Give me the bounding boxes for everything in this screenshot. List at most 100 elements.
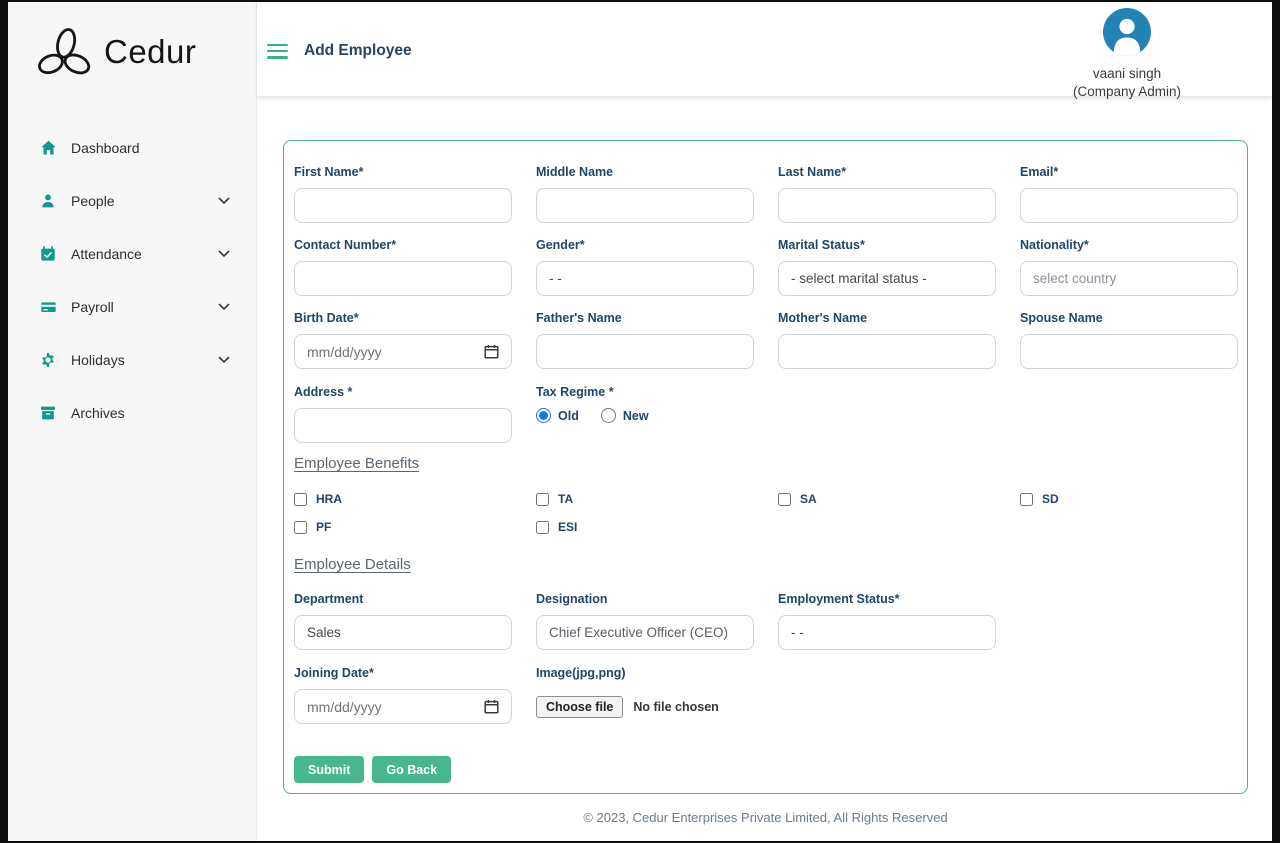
chevron-down-icon	[218, 250, 230, 258]
employee-details-heading[interactable]: Employee Details	[294, 556, 411, 573]
nationality-input[interactable]	[1020, 261, 1238, 296]
field-nationality: Nationality*	[1020, 238, 1238, 296]
sidebar-menu: Dashboard People	[8, 121, 256, 439]
sd-checkbox[interactable]	[1020, 493, 1033, 506]
ta-checkbox[interactable]	[536, 493, 549, 506]
tax-regime-old-radio[interactable]	[536, 408, 551, 423]
chevron-down-icon	[218, 356, 230, 364]
mothers-name-input[interactable]	[778, 334, 996, 369]
field-first-name: First Name*	[294, 165, 512, 223]
fathers-name-input[interactable]	[536, 334, 754, 369]
archive-icon	[40, 404, 58, 421]
main-area: Add Employee vaani singh (Company Admin)	[257, 2, 1272, 841]
choose-file-button[interactable]: Choose file	[536, 696, 623, 718]
email-input[interactable]	[1020, 188, 1238, 223]
first-name-label: First Name*	[294, 165, 512, 179]
sidebar-item-dashboard[interactable]: Dashboard	[8, 121, 256, 174]
fathers-name-label: Father's Name	[536, 311, 754, 325]
field-tax-regime: Tax Regime * Old New	[536, 385, 996, 443]
chevron-down-icon	[218, 197, 230, 205]
designation-select[interactable]: Chief Executive Officer (CEO)	[536, 615, 754, 650]
field-employment-status: Employment Status* - -	[778, 592, 996, 650]
sidebar-item-label: Payroll	[71, 299, 114, 315]
tax-regime-old-label: Old	[558, 409, 579, 423]
hra-checkbox[interactable]	[294, 493, 307, 506]
sidebar-item-holidays[interactable]: Holidays	[8, 333, 256, 386]
credit-card-icon	[40, 298, 58, 315]
tax-regime-new-label: New	[623, 409, 649, 423]
top-header: Add Employee vaani singh (Company Admin)	[257, 2, 1272, 97]
sidebar-item-archives[interactable]: Archives	[8, 386, 256, 439]
app-logo[interactable]: Cedur	[8, 2, 256, 86]
sidebar-item-attendance[interactable]: Attendance	[8, 227, 256, 280]
field-mothers-name: Mother's Name	[778, 311, 996, 369]
field-fathers-name: Father's Name	[536, 311, 754, 369]
field-spouse-name: Spouse Name	[1020, 311, 1238, 369]
spouse-name-label: Spouse Name	[1020, 311, 1238, 325]
tax-regime-new-radio[interactable]	[601, 408, 616, 423]
field-designation: Designation Chief Executive Officer (CEO…	[536, 592, 754, 650]
contact-number-input[interactable]	[294, 261, 512, 296]
marital-status-select[interactable]: - select marital status -	[778, 261, 996, 296]
last-name-input[interactable]	[778, 188, 996, 223]
department-label: Department	[294, 592, 512, 606]
calendar-check-icon	[40, 245, 58, 262]
middle-name-input[interactable]	[536, 188, 754, 223]
gender-select[interactable]: - -	[536, 261, 754, 296]
field-middle-name: Middle Name	[536, 165, 754, 223]
benefit-sa: SA	[778, 492, 996, 506]
employee-benefits-heading[interactable]: Employee Benefits	[294, 455, 419, 472]
benefit-ta: TA	[536, 492, 754, 506]
sidebar-item-label: Dashboard	[71, 140, 140, 156]
sidebar-item-people[interactable]: People	[8, 174, 256, 227]
calendar-icon[interactable]	[484, 344, 499, 359]
field-last-name: Last Name*	[778, 165, 996, 223]
sidebar-item-label: Archives	[71, 405, 125, 421]
page-title: Add Employee	[304, 42, 412, 60]
marital-status-label: Marital Status*	[778, 238, 996, 252]
employment-status-label: Employment Status*	[778, 592, 996, 606]
field-email: Email*	[1020, 165, 1238, 223]
file-status-text: No file chosen	[633, 700, 718, 714]
esi-checkbox[interactable]	[536, 521, 549, 534]
calendar-icon[interactable]	[484, 699, 499, 714]
spouse-name-input[interactable]	[1020, 334, 1238, 369]
birth-date-input[interactable]: mm/dd/yyyy	[294, 334, 512, 369]
benefit-pf: PF	[294, 520, 512, 534]
address-input[interactable]	[294, 408, 512, 443]
image-label: Image(jpg,png)	[536, 666, 996, 680]
logo-text: Cedur	[104, 33, 196, 71]
user-role: (Company Admin)	[1054, 84, 1200, 99]
add-employee-form-card: First Name* Middle Name Last Name* Email…	[283, 140, 1248, 794]
copyright-footer: © 2023, Cedur Enterprises Private Limite…	[283, 810, 1248, 825]
sidebar-item-payroll[interactable]: Payroll	[8, 280, 256, 333]
chevron-down-icon	[218, 303, 230, 311]
app-window: Cedur Dashboard People	[8, 2, 1272, 841]
pf-checkbox[interactable]	[294, 521, 307, 534]
benefit-esi: ESI	[536, 520, 754, 534]
go-back-button[interactable]: Go Back	[372, 756, 451, 783]
department-select[interactable]: Sales	[294, 615, 512, 650]
field-birth-date: Birth Date* mm/dd/yyyy	[294, 311, 512, 369]
gender-label: Gender*	[536, 238, 754, 252]
benefit-hra: HRA	[294, 492, 512, 506]
designation-label: Designation	[536, 592, 754, 606]
sidebar-item-label: Attendance	[71, 246, 142, 262]
last-name-label: Last Name*	[778, 165, 996, 179]
mothers-name-label: Mother's Name	[778, 311, 996, 325]
field-address: Address *	[294, 385, 512, 443]
hamburger-icon[interactable]	[267, 44, 288, 59]
sidebar: Cedur Dashboard People	[8, 2, 257, 841]
sidebar-item-label: People	[71, 193, 115, 209]
address-label: Address *	[294, 385, 512, 399]
submit-button[interactable]: Submit	[294, 756, 364, 783]
contact-number-label: Contact Number*	[294, 238, 512, 252]
user-menu[interactable]: vaani singh (Company Admin)	[1054, 8, 1200, 99]
employment-status-select[interactable]: - -	[778, 615, 996, 650]
nationality-label: Nationality*	[1020, 238, 1238, 252]
avatar[interactable]	[1103, 8, 1151, 56]
sa-checkbox[interactable]	[778, 493, 791, 506]
joining-date-input[interactable]: mm/dd/yyyy	[294, 689, 512, 724]
field-marital-status: Marital Status* - select marital status …	[778, 238, 996, 296]
first-name-input[interactable]	[294, 188, 512, 223]
